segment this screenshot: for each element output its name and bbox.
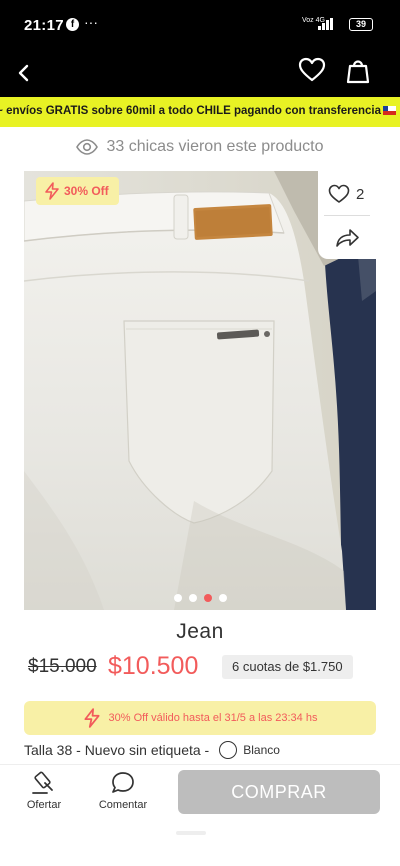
color-name: Blanco bbox=[243, 743, 280, 757]
bottom-action-bar: Ofertar Comentar COMPRAR bbox=[0, 764, 400, 866]
sale-price: $10.500 bbox=[108, 652, 199, 680]
product-details: Talla 38 - Nuevo sin etiqueta - Blanco bbox=[24, 740, 280, 760]
offer-label: Ofertar bbox=[26, 799, 62, 811]
like-count: 2 bbox=[356, 185, 365, 203]
gavel-icon bbox=[32, 771, 53, 794]
carousel-dot[interactable] bbox=[218, 594, 227, 602]
like-button[interactable]: 2 bbox=[328, 181, 364, 207]
comment-bubble-icon bbox=[112, 772, 134, 793]
product-image-carousel[interactable]: 30% Off 2 bbox=[24, 171, 376, 610]
product-details-text: Talla 38 - Nuevo sin etiqueta - bbox=[24, 742, 210, 758]
chile-flag-icon bbox=[383, 106, 396, 115]
viewers-row: 33 chicas vieron este producto bbox=[0, 138, 400, 162]
discount-notice: 30% Off válido hasta el 31/5 a las 23:34… bbox=[24, 701, 376, 735]
signal-icon bbox=[318, 18, 333, 30]
more-dots-icon: ··· bbox=[84, 14, 98, 30]
side-actions-panel: 2 bbox=[318, 171, 376, 259]
top-navigation bbox=[0, 52, 400, 97]
side-divider bbox=[324, 215, 370, 216]
carousel-dot-active[interactable] bbox=[203, 594, 212, 602]
lightning-icon bbox=[45, 182, 59, 200]
viewers-inner: 33 chicas vieron este producto bbox=[76, 138, 324, 156]
viewers-text: 33 chicas vieron este producto bbox=[106, 138, 324, 155]
promo-text-wrap: ES en TODO ~ envíos GRATIS sobre 60mil a… bbox=[0, 105, 396, 117]
buy-button[interactable]: COMPRAR bbox=[178, 770, 380, 814]
lightning-icon bbox=[83, 708, 100, 728]
original-price: $15.000 bbox=[28, 656, 97, 677]
comment-label: Comentar bbox=[98, 799, 148, 811]
color-swatch bbox=[219, 741, 238, 759]
heart-icon[interactable] bbox=[298, 56, 326, 84]
comment-button[interactable]: Comentar bbox=[93, 771, 153, 811]
status-time: 21:17 bbox=[24, 17, 64, 34]
home-indicator bbox=[176, 831, 206, 835]
facebook-icon: f bbox=[66, 18, 79, 31]
installments-badge: 6 cuotas de $1.750 bbox=[222, 655, 353, 679]
status-bar: 21:17 f ··· Voz 4G 39 bbox=[0, 0, 400, 52]
carousel-dot[interactable] bbox=[173, 594, 182, 602]
discount-badge: 30% Off bbox=[36, 177, 119, 205]
battery-icon: 39 bbox=[349, 18, 373, 31]
back-arrow-icon[interactable] bbox=[14, 58, 34, 86]
app-root: 21:17 f ··· Voz 4G 39 ES en TODO ~ envío… bbox=[0, 0, 400, 866]
shopping-bag-icon[interactable] bbox=[346, 55, 370, 85]
carousel-dots bbox=[24, 594, 376, 602]
discount-notice-text: 30% Off válido hasta el 31/5 a las 23:34… bbox=[108, 712, 318, 724]
eye-icon bbox=[76, 139, 99, 155]
promo-banner[interactable]: ES en TODO ~ envíos GRATIS sobre 60mil a… bbox=[0, 97, 400, 127]
heart-outline-icon bbox=[328, 184, 350, 203]
product-title: Jean bbox=[176, 620, 224, 643]
discount-badge-label: 30% Off bbox=[64, 184, 109, 198]
share-icon[interactable] bbox=[334, 227, 360, 249]
promo-text: ES en TODO ~ envíos GRATIS sobre 60mil a… bbox=[0, 105, 381, 117]
carousel-dot[interactable] bbox=[188, 594, 197, 602]
offer-button[interactable]: Ofertar bbox=[14, 771, 74, 811]
